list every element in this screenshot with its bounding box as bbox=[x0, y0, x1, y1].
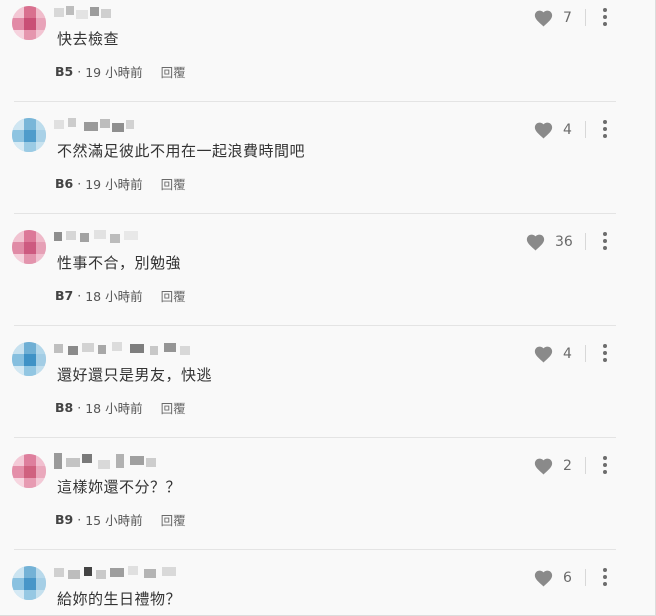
avatar[interactable] bbox=[12, 118, 46, 152]
reply-button[interactable]: 回覆 bbox=[161, 62, 186, 81]
reply-button[interactable]: 回覆 bbox=[161, 174, 186, 193]
avatar[interactable] bbox=[12, 6, 46, 40]
like-button[interactable]: 6 bbox=[533, 568, 572, 587]
comment-item: 快去檢查 B5 · 19 小時前 回覆 7 bbox=[0, 0, 656, 112]
comment-text: 快去檢查 bbox=[57, 30, 120, 48]
heart-icon bbox=[534, 570, 553, 587]
heart-icon bbox=[534, 458, 553, 475]
timestamp: 15 小時前 bbox=[85, 513, 143, 528]
meta-separator: · bbox=[77, 288, 82, 303]
like-count: 2 bbox=[563, 457, 572, 474]
like-count: 4 bbox=[563, 121, 572, 138]
username[interactable] bbox=[54, 564, 214, 582]
heart-icon bbox=[534, 122, 553, 139]
username[interactable] bbox=[54, 228, 214, 246]
comment-divider bbox=[14, 101, 616, 102]
reply-button[interactable]: 回覆 bbox=[161, 510, 186, 529]
comment-meta: B8 · 18 小時前 回覆 bbox=[55, 398, 186, 417]
username[interactable] bbox=[54, 340, 214, 358]
comment-item: 給妳的生日禮物？ 6 bbox=[0, 560, 656, 616]
username[interactable] bbox=[54, 116, 214, 134]
like-count: 6 bbox=[563, 569, 572, 586]
like-button[interactable]: 7 bbox=[533, 8, 572, 27]
comment-text: 這樣妳還不分？？ bbox=[57, 478, 182, 496]
meta-separator: · bbox=[77, 176, 82, 191]
comment-meta: B7 · 18 小時前 回覆 bbox=[55, 286, 186, 305]
like-count: 36 bbox=[555, 233, 573, 250]
comment-meta: B5 · 19 小時前 回覆 bbox=[55, 62, 186, 81]
like-button[interactable]: 4 bbox=[533, 344, 572, 363]
comment-item: 這樣妳還不分？？ B9 · 15 小時前 回覆 2 bbox=[0, 448, 656, 560]
floor-number: B9 bbox=[55, 512, 74, 527]
action-divider bbox=[585, 9, 586, 26]
username[interactable] bbox=[54, 452, 214, 470]
more-vertical-icon[interactable] bbox=[598, 343, 612, 363]
more-vertical-icon[interactable] bbox=[598, 567, 612, 587]
action-divider bbox=[585, 233, 586, 250]
comment-item: 性事不合，別勉強 B7 · 18 小時前 回覆 36 bbox=[0, 224, 656, 336]
timestamp: 18 小時前 bbox=[85, 289, 143, 304]
more-vertical-icon[interactable] bbox=[598, 231, 612, 251]
comment-text: 不然滿足彼此不用在一起浪費時間吧 bbox=[57, 142, 306, 160]
more-vertical-icon[interactable] bbox=[598, 7, 612, 27]
comment-meta: B9 · 15 小時前 回覆 bbox=[55, 510, 186, 529]
comment-divider bbox=[14, 213, 616, 214]
like-button[interactable]: 36 bbox=[525, 232, 573, 251]
reply-button[interactable]: 回覆 bbox=[161, 286, 186, 305]
comment-item: 不然滿足彼此不用在一起浪費時間吧 B6 · 19 小時前 回覆 4 bbox=[0, 112, 656, 224]
avatar[interactable] bbox=[12, 230, 46, 264]
username[interactable] bbox=[54, 4, 214, 22]
timestamp: 19 小時前 bbox=[85, 177, 143, 192]
action-divider bbox=[585, 457, 586, 474]
timestamp: 18 小時前 bbox=[85, 401, 143, 416]
action-divider bbox=[585, 569, 586, 586]
floor-number: B5 bbox=[55, 64, 74, 79]
action-divider bbox=[585, 345, 586, 362]
meta-separator: · bbox=[77, 64, 82, 79]
heart-icon bbox=[526, 234, 545, 251]
like-button[interactable]: 2 bbox=[533, 456, 572, 475]
floor-number: B6 bbox=[55, 176, 74, 191]
more-vertical-icon[interactable] bbox=[598, 119, 612, 139]
heart-icon bbox=[534, 10, 553, 27]
comment-text: 給妳的生日禮物？ bbox=[57, 590, 182, 608]
more-vertical-icon[interactable] bbox=[598, 455, 612, 475]
action-divider bbox=[585, 121, 586, 138]
avatar[interactable] bbox=[12, 454, 46, 488]
avatar[interactable] bbox=[12, 342, 46, 376]
floor-number: B8 bbox=[55, 400, 74, 415]
timestamp: 19 小時前 bbox=[85, 65, 143, 80]
like-button[interactable]: 4 bbox=[533, 120, 572, 139]
heart-icon bbox=[534, 346, 553, 363]
floor-number: B7 bbox=[55, 288, 74, 303]
like-count: 7 bbox=[563, 9, 572, 26]
comment-text: 性事不合，別勉強 bbox=[57, 254, 182, 272]
comment-divider bbox=[14, 549, 616, 550]
meta-separator: · bbox=[77, 400, 82, 415]
like-count: 4 bbox=[563, 345, 572, 362]
comment-text: 還好還只是男友，快逃 bbox=[57, 366, 213, 384]
comment-divider bbox=[14, 437, 616, 438]
avatar[interactable] bbox=[12, 566, 46, 600]
comment-item: 還好還只是男友，快逃 B8 · 18 小時前 回覆 4 bbox=[0, 336, 656, 448]
reply-button[interactable]: 回覆 bbox=[161, 398, 186, 417]
meta-separator: · bbox=[77, 512, 82, 527]
comment-meta: B6 · 19 小時前 回覆 bbox=[55, 174, 186, 193]
comment-divider bbox=[14, 325, 616, 326]
